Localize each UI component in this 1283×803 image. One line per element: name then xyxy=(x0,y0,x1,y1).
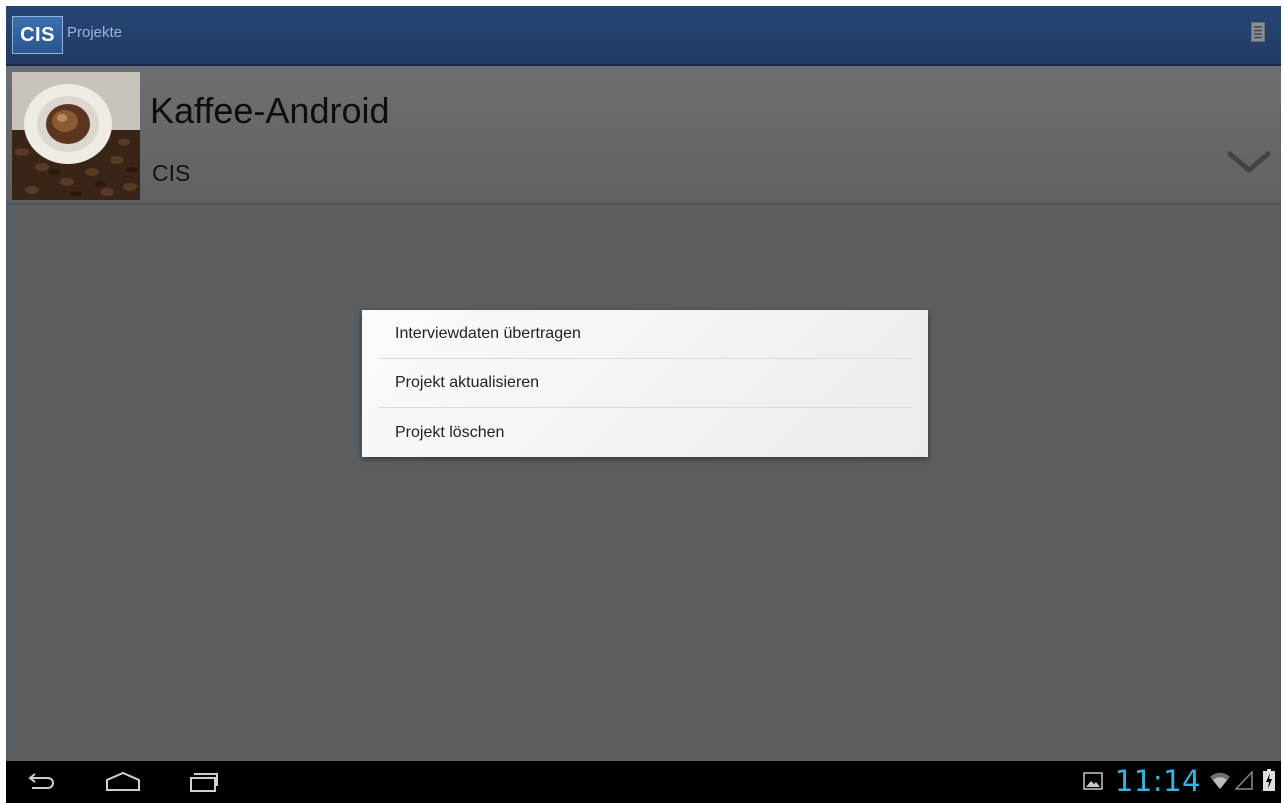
status-clock: 11:14 xyxy=(1114,764,1201,798)
menu-item-label: Projekt löschen xyxy=(395,423,505,441)
wifi-icon xyxy=(1210,772,1230,789)
chevron-down-icon[interactable] xyxy=(1227,150,1271,176)
navigation-bar: 11:14 xyxy=(6,761,1281,803)
back-icon[interactable] xyxy=(26,769,56,795)
battery-charging-icon xyxy=(1263,769,1275,791)
menu-item-delete-project[interactable]: Projekt löschen xyxy=(378,408,912,457)
menu-item-update-project[interactable]: Projekt aktualisieren xyxy=(378,359,912,408)
recent-apps-icon[interactable] xyxy=(186,769,220,795)
signal-icon xyxy=(1235,770,1253,790)
project-name: Kaffee-Android xyxy=(150,90,390,131)
app-screen: CIS Projekte Kaffee-Android CIS Intervie… xyxy=(6,6,1281,803)
list-icon[interactable] xyxy=(1251,22,1265,42)
menu-item-transfer-interview-data[interactable]: Interviewdaten übertragen xyxy=(378,310,912,359)
project-list-item[interactable]: Kaffee-Android CIS xyxy=(6,66,1281,204)
app-logo-text: CIS xyxy=(20,23,55,46)
home-icon[interactable] xyxy=(104,769,142,795)
coffee-cup-image xyxy=(12,72,140,200)
project-context-menu: Interviewdaten übertragen Projekt aktual… xyxy=(362,310,928,457)
gallery-notification-icon[interactable] xyxy=(1083,772,1103,790)
project-owner: CIS xyxy=(152,160,191,186)
app-logo[interactable]: CIS xyxy=(12,16,63,54)
action-bar-title: Projekte xyxy=(67,24,123,41)
action-bar: CIS Projekte xyxy=(6,6,1281,66)
menu-item-label: Interviewdaten übertragen xyxy=(395,325,581,342)
menu-item-label: Projekt aktualisieren xyxy=(395,374,540,391)
